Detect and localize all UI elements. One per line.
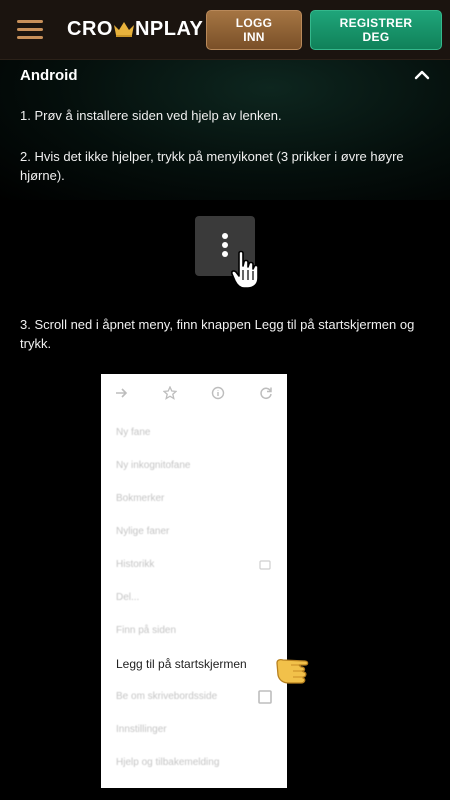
login-label-line2: INN xyxy=(243,30,265,44)
browser-menu-screenshot: Ny fane Ny inkognitofane Bokmerker Nylig… xyxy=(101,374,287,788)
login-label-line1: LOGG xyxy=(235,16,273,30)
instruction-step-2: 2. Hvis det ikke hjelper, trykk på menyi… xyxy=(20,149,404,183)
login-button[interactable]: LOGG INN xyxy=(206,10,302,50)
menu-item-history: Historikk xyxy=(116,559,155,570)
menu-item-find-in-page: Finn på siden xyxy=(116,625,177,636)
top-header: CRO NPLAY LOGG INN REGISTRER DEG xyxy=(0,0,450,60)
register-label-line1: REGISTRER xyxy=(339,16,413,30)
star-icon xyxy=(163,386,177,400)
instruction-step-1: 1. Prøv å installere siden ved hjelp av … xyxy=(20,108,282,123)
menu-item-settings: Innstillinger xyxy=(116,724,167,735)
checkbox-icon xyxy=(258,690,272,704)
hand-cursor-icon xyxy=(231,250,259,289)
menu-item-help: Hjelp og tilbakemelding xyxy=(116,757,220,768)
logo-text-left: CRO xyxy=(67,18,113,40)
register-button[interactable]: REGISTRER DEG xyxy=(310,10,442,50)
crown-icon xyxy=(113,22,134,37)
crownplay-logo[interactable]: CRO NPLAY xyxy=(67,18,203,41)
history-icon xyxy=(259,560,271,570)
menu-item-new-tab: Ny fane xyxy=(116,427,151,438)
forward-arrow-icon xyxy=(116,388,128,398)
info-icon xyxy=(211,386,225,400)
dot-icon xyxy=(222,251,228,257)
menu-item-incognito: Ny inkognitofane xyxy=(116,460,191,471)
dot-icon xyxy=(222,233,228,239)
hamburger-menu-icon[interactable] xyxy=(17,20,43,40)
menu-item-share: Del... xyxy=(116,592,140,603)
chevron-up-icon[interactable] xyxy=(413,68,431,82)
menu-item-recent-tabs: Nylige faner xyxy=(116,526,170,537)
menu-item-bookmarks: Bokmerker xyxy=(116,493,165,504)
logo-text-right: NPLAY xyxy=(134,18,204,40)
section-title[interactable]: Android xyxy=(20,67,78,84)
dot-icon xyxy=(222,242,228,248)
pointing-hand-icon xyxy=(276,658,309,684)
instruction-step-3: 3. Scroll ned i åpnet meny, finn knappen… xyxy=(20,317,415,351)
menu-item-desktop-site: Be om skrivebordsside xyxy=(116,691,218,702)
register-label-line2: DEG xyxy=(362,30,390,44)
refresh-icon xyxy=(260,387,272,400)
menu-item-add-to-home-screen: Legg til på startskjermen xyxy=(116,657,247,671)
